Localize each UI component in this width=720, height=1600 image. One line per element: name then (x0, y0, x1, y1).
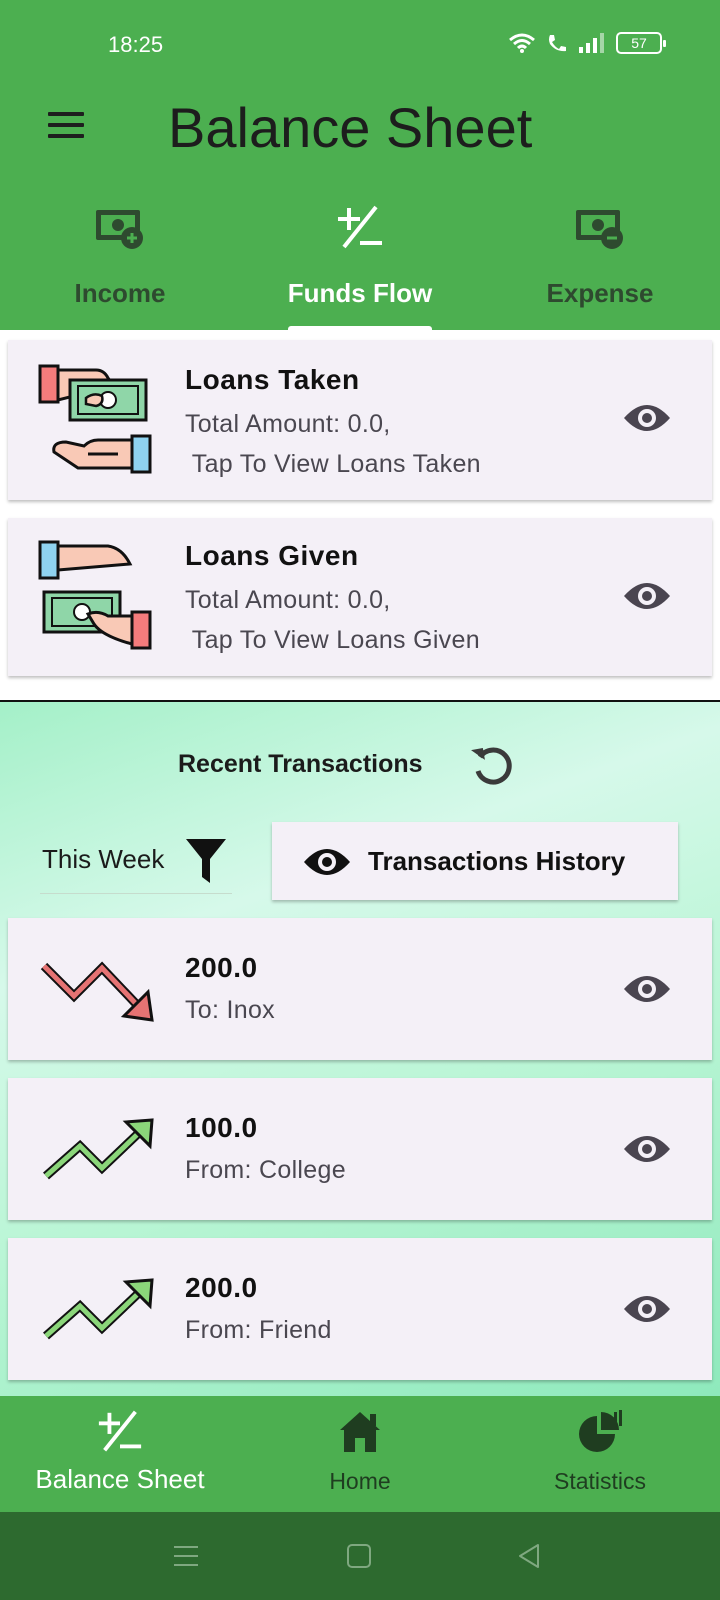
nav-label: Home (329, 1468, 391, 1494)
nav-balance-sheet[interactable]: Balance Sheet (0, 1396, 240, 1512)
transaction-card[interactable]: 100.0 From: College (8, 1078, 712, 1220)
trend-down-icon (40, 961, 154, 1022)
home-icon (340, 1412, 380, 1452)
app-bar: 18:25 57 Balance Sheet Income Funds Flow… (0, 0, 720, 332)
menu-button[interactable] (48, 112, 88, 144)
menu-icon (48, 112, 84, 116)
card-hint: Tap To View Loans Taken (185, 450, 481, 478)
nav-label: Statistics (553, 1468, 647, 1494)
money-plus-icon (96, 210, 143, 249)
eye-icon[interactable] (622, 578, 672, 614)
period-filter[interactable]: This Week (40, 820, 232, 894)
tab-label: Funds Flow (287, 278, 433, 308)
tab-label: Income (74, 278, 166, 308)
loans-given-icon (38, 540, 152, 650)
transaction-card[interactable]: 200.0 To: Inox (8, 918, 712, 1060)
transaction-party: From: Friend (185, 1316, 332, 1344)
home-system-icon[interactable] (346, 1542, 372, 1570)
trend-up-icon (43, 1278, 154, 1340)
loans-taken-card[interactable]: Loans Taken Total Amount: 0.0, Tap To Vi… (8, 340, 712, 500)
nav-statistics[interactable]: Statistics (480, 1396, 720, 1512)
transaction-party: To: Inox (185, 996, 275, 1024)
history-button-label: Transactions History (368, 846, 626, 876)
call-icon (549, 35, 566, 52)
filter-label: This Week (42, 844, 165, 874)
bottom-navigation: Balance Sheet Home Statistics (0, 1396, 720, 1512)
tab-expense[interactable]: Expense (480, 200, 720, 330)
signal-icon (579, 33, 604, 53)
transaction-amount: 200.0 (185, 1272, 258, 1303)
eye-icon (304, 849, 350, 875)
status-time: 18:25 (108, 32, 164, 57)
money-minus-icon (576, 210, 623, 249)
card-title: Loans Given (185, 540, 359, 571)
page-title: Balance Sheet (168, 96, 533, 159)
transaction-amount: 100.0 (185, 1112, 258, 1143)
system-navigation-bar (0, 1512, 720, 1600)
nav-label: Balance Sheet (35, 1464, 205, 1494)
loans-taken-icon (38, 364, 152, 474)
loans-given-card[interactable]: Loans Given Total Amount: 0.0, Tap To Vi… (8, 518, 712, 676)
back-icon[interactable] (516, 1542, 542, 1570)
recent-transactions-title: Recent Transactions (178, 750, 423, 778)
nav-home[interactable]: Home (240, 1396, 480, 1512)
transaction-party: From: College (185, 1156, 346, 1184)
card-title: Loans Taken (185, 364, 360, 395)
eye-icon[interactable] (622, 400, 672, 436)
transaction-card[interactable]: 200.0 From: Friend (8, 1238, 712, 1380)
card-amount: Total Amount: 0.0, (185, 410, 391, 438)
tab-income[interactable]: Income (0, 200, 240, 330)
tab-label: Expense (546, 278, 654, 308)
transaction-amount: 200.0 (185, 952, 258, 983)
refresh-icon[interactable] (470, 743, 516, 789)
pie-chart-icon (579, 1410, 622, 1452)
eye-icon[interactable] (622, 1131, 672, 1167)
recent-apps-icon[interactable] (172, 1542, 200, 1570)
filter-icon (186, 839, 226, 883)
card-amount: Total Amount: 0.0, (185, 586, 391, 614)
plus-minus-icon (98, 1410, 142, 1452)
card-hint: Tap To View Loans Given (185, 626, 480, 654)
trend-up-icon (43, 1118, 154, 1180)
eye-icon[interactable] (622, 971, 672, 1007)
transactions-history-button[interactable]: Transactions History (272, 822, 678, 900)
status-icons: 57 (508, 32, 666, 54)
battery-indicator: 57 (616, 32, 666, 54)
eye-icon[interactable] (622, 1291, 672, 1327)
plus-minus-icon (338, 205, 382, 249)
tab-funds-flow[interactable]: Funds Flow (240, 200, 480, 330)
wifi-icon (509, 33, 535, 53)
